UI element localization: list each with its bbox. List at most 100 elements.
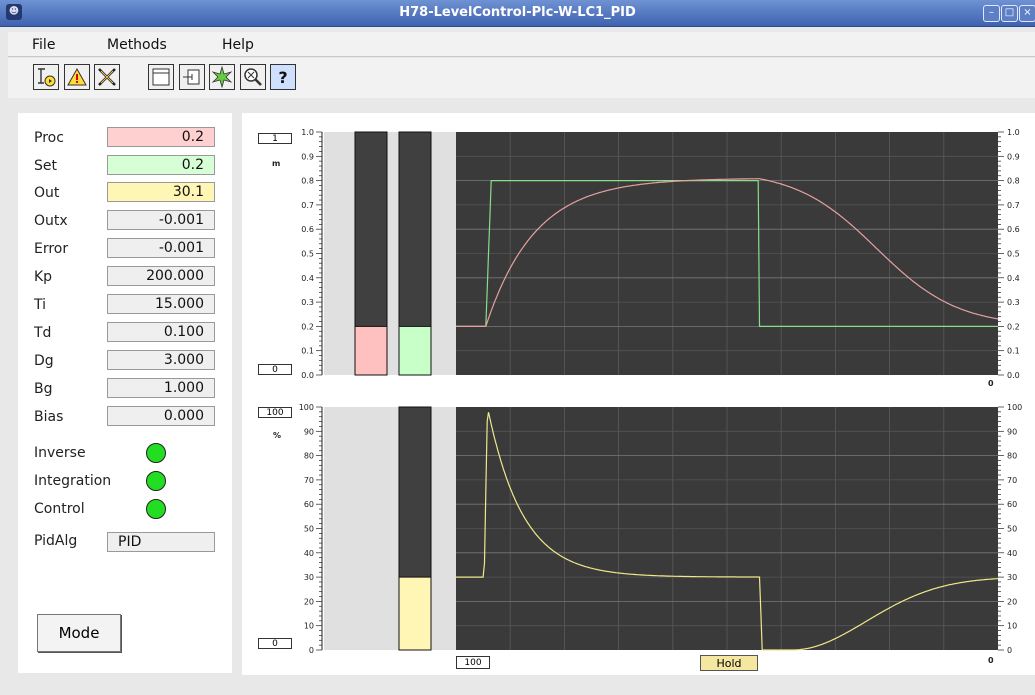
upper-right-tick-label: 0.6 (1007, 225, 1020, 234)
upper-min-input[interactable]: 0 (258, 364, 292, 375)
time-range-input[interactable]: 100 (456, 656, 490, 669)
upper-left-tick-label: 0.9 (301, 152, 314, 161)
label-pidalg: PidAlg (34, 533, 78, 549)
upper-right-tick-label: 0.2 (1007, 322, 1020, 331)
upper-left-tick-label: 0.4 (301, 274, 314, 283)
help-icon[interactable]: ? (270, 64, 296, 90)
lower-right-tick-label: 0 (1007, 646, 1012, 655)
lower-right-tick-label: 40 (1007, 549, 1017, 558)
label-bg: Bg (34, 381, 53, 397)
lower-left-tick-label: 90 (304, 427, 314, 436)
crossref-icon[interactable] (209, 64, 235, 90)
lower-left-tick-label: 50 (304, 525, 314, 534)
lower-time-label: 0 (988, 656, 994, 665)
value-proc: 0.2 (107, 127, 215, 147)
lower-min-input[interactable]: 0 (258, 638, 292, 649)
graph-icon[interactable] (33, 64, 59, 90)
lower-right-tick-label: 10 (1007, 622, 1017, 631)
lower-left-tick-label: 30 (304, 573, 314, 582)
lower-unit: % (273, 431, 282, 440)
lower-right-tick-label: 90 (1007, 427, 1017, 436)
title-bar: ☻ H78-LevelControl-Plc-W-LC1_PID – □ × (0, 0, 1035, 27)
label-out: Out (34, 185, 60, 201)
upper-left-tick-label: 0.2 (301, 322, 314, 331)
upper-left-tick-label: 1.0 (301, 128, 314, 137)
label-control: Control (34, 501, 85, 517)
label-bias: Bias (34, 409, 64, 425)
menu-help[interactable]: Help (222, 37, 254, 53)
upper-left-tick-label: 0.3 (301, 298, 314, 307)
label-integration: Integration (34, 473, 112, 489)
lower-right-tick-label: 30 (1007, 573, 1017, 582)
lower-left-tick-label: 100 (299, 403, 314, 412)
trend-curves-svg: 1.0 0.9 0.8 0.7 0.6 0.5 0.4 0.3 0.2 0.1 0.0 1.0 0.9 0… (299, 128, 1023, 655)
upper-left-tick-label: 0.1 (301, 347, 314, 356)
lower-right-tick-label: 80 (1007, 452, 1017, 461)
upper-right-tick-label: 0.0 (1007, 371, 1020, 380)
lower-left-tick-label: 70 (304, 476, 314, 485)
lower-right-tick-label: 70 (1007, 476, 1017, 485)
upper-left-tick-label: 0.6 (301, 225, 314, 234)
upper-left-tick-label: 0.8 (301, 177, 314, 186)
value-ti[interactable]: 15.000 (107, 294, 215, 314)
value-td[interactable]: 0.100 (107, 322, 215, 342)
upper-bar-set-fill (398, 325, 432, 376)
close-icon[interactable]: × (1019, 5, 1035, 22)
hold-button[interactable]: Hold (700, 655, 758, 671)
lower-right-tick-label: 60 (1007, 500, 1017, 509)
lower-right-tick-label: 50 (1007, 525, 1017, 534)
upper-max-input[interactable]: 1 (258, 133, 292, 144)
upper-unit: m (272, 159, 281, 168)
upper-right-tick-label: 0.3 (1007, 298, 1020, 307)
menu-methods[interactable]: Methods (107, 37, 167, 53)
classgraph-icon[interactable] (179, 64, 205, 90)
lower-max-input[interactable]: 100 (258, 407, 292, 418)
value-kp[interactable]: 200.000 (107, 266, 215, 286)
object-icon[interactable] (148, 64, 174, 90)
pid-parameter-panel: Proc 0.2 Set 0.2 Out 30.1 Outx -0.001 Er… (18, 113, 232, 673)
upper-right-tick-label: 0.5 (1007, 250, 1020, 259)
upper-bar-proc-fill (354, 325, 388, 376)
lower-left-tick-label: 10 (304, 622, 314, 631)
integration-indicator (146, 471, 166, 491)
upper-right-tick-label: 1.0 (1007, 128, 1020, 137)
lower-left-tick-label: 20 (304, 597, 314, 606)
value-out[interactable]: 30.1 (107, 182, 215, 202)
label-td: Td (34, 325, 52, 341)
menu-file[interactable]: File (32, 37, 55, 53)
upper-bar-area (324, 132, 456, 375)
inverse-indicator (146, 443, 166, 463)
upper-right-tick-label: 0.9 (1007, 152, 1020, 161)
upper-time-label: 0 (988, 379, 994, 388)
mode-button[interactable]: Mode (37, 614, 121, 652)
value-outx: -0.001 (107, 210, 215, 230)
label-proc: Proc (34, 130, 64, 146)
upper-right-tick-label: 0.1 (1007, 347, 1020, 356)
trend-panel: 1.0 0.9 0.8 0.7 0.6 0.5 0.4 0.3 0.2 0.1 0.0 1.0 0.9 0… (242, 113, 1035, 675)
upper-right-tick-label: 0.8 (1007, 177, 1020, 186)
value-dg[interactable]: 3.000 (107, 350, 215, 370)
upper-right-tick-label: 0.4 (1007, 274, 1020, 283)
label-dg: Dg (34, 353, 54, 369)
lower-left-tick-label: 0 (309, 646, 314, 655)
lower-left-tick-label: 60 (304, 500, 314, 509)
label-set: Set (34, 158, 57, 174)
value-bg[interactable]: 1.000 (107, 378, 215, 398)
label-kp: Kp (34, 269, 53, 285)
menu-bar: File Methods Help (8, 32, 1035, 57)
maximize-icon[interactable]: □ (1001, 5, 1018, 22)
zoom-icon[interactable] (240, 64, 266, 90)
value-bias[interactable]: 0.000 (107, 406, 215, 426)
label-outx: Outx (34, 213, 68, 229)
minimize-icon[interactable]: – (983, 5, 1000, 22)
value-error: -0.001 (107, 238, 215, 258)
block-icon[interactable] (94, 64, 120, 90)
lower-bar-area (324, 407, 456, 650)
label-ti: Ti (34, 297, 47, 313)
event-icon[interactable] (64, 64, 90, 90)
value-pidalg: PID (107, 532, 215, 552)
value-set[interactable]: 0.2 (107, 155, 215, 175)
upper-right-tick-label: 0.7 (1007, 201, 1020, 210)
label-inverse: Inverse (34, 445, 86, 461)
control-indicator (146, 499, 166, 519)
